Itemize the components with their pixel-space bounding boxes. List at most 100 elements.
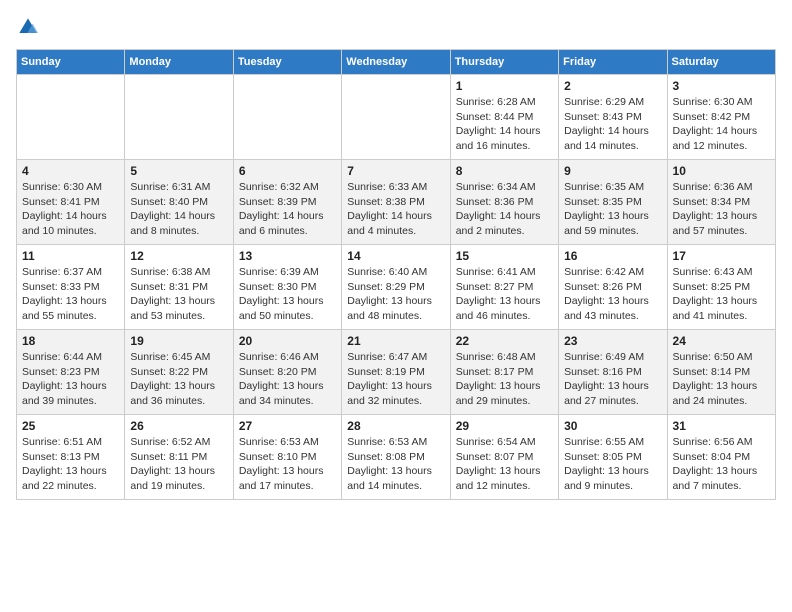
- day-number: 19: [130, 334, 227, 348]
- day-info: Sunrise: 6:56 AMSunset: 8:04 PMDaylight:…: [673, 435, 770, 494]
- day-number: 1: [456, 79, 553, 93]
- calendar-cell: 28 Sunrise: 6:53 AMSunset: 8:08 PMDayligh…: [342, 415, 450, 500]
- calendar-cell: 14 Sunrise: 6:40 AMSunset: 8:29 PMDayligh…: [342, 245, 450, 330]
- day-info: Sunrise: 6:34 AMSunset: 8:36 PMDaylight:…: [456, 180, 553, 239]
- day-number: 6: [239, 164, 336, 178]
- day-number: 18: [22, 334, 119, 348]
- calendar-cell: 19 Sunrise: 6:45 AMSunset: 8:22 PMDayligh…: [125, 330, 233, 415]
- calendar-cell: 15 Sunrise: 6:41 AMSunset: 8:27 PMDayligh…: [450, 245, 558, 330]
- calendar-header-sunday: Sunday: [17, 50, 125, 75]
- calendar-cell: 29 Sunrise: 6:54 AMSunset: 8:07 PMDayligh…: [450, 415, 558, 500]
- day-info: Sunrise: 6:51 AMSunset: 8:13 PMDaylight:…: [22, 435, 119, 494]
- day-number: 30: [564, 419, 661, 433]
- logo: [16, 16, 40, 37]
- day-info: Sunrise: 6:45 AMSunset: 8:22 PMDaylight:…: [130, 350, 227, 409]
- calendar-cell: 5 Sunrise: 6:31 AMSunset: 8:40 PMDaylight…: [125, 160, 233, 245]
- calendar-cell: [125, 75, 233, 160]
- calendar-cell: 4 Sunrise: 6:30 AMSunset: 8:41 PMDaylight…: [17, 160, 125, 245]
- day-number: 15: [456, 249, 553, 263]
- logo-icon: [18, 17, 38, 37]
- day-info: Sunrise: 6:44 AMSunset: 8:23 PMDaylight:…: [22, 350, 119, 409]
- day-number: 31: [673, 419, 770, 433]
- calendar-cell: 12 Sunrise: 6:38 AMSunset: 8:31 PMDayligh…: [125, 245, 233, 330]
- day-info: Sunrise: 6:38 AMSunset: 8:31 PMDaylight:…: [130, 265, 227, 324]
- day-info: Sunrise: 6:52 AMSunset: 8:11 PMDaylight:…: [130, 435, 227, 494]
- day-number: 9: [564, 164, 661, 178]
- day-info: Sunrise: 6:53 AMSunset: 8:08 PMDaylight:…: [347, 435, 444, 494]
- day-info: Sunrise: 6:37 AMSunset: 8:33 PMDaylight:…: [22, 265, 119, 324]
- calendar-cell: [233, 75, 341, 160]
- day-number: 21: [347, 334, 444, 348]
- calendar-header-thursday: Thursday: [450, 50, 558, 75]
- day-info: Sunrise: 6:29 AMSunset: 8:43 PMDaylight:…: [564, 95, 661, 154]
- day-number: 8: [456, 164, 553, 178]
- day-number: 14: [347, 249, 444, 263]
- day-number: 16: [564, 249, 661, 263]
- calendar-cell: 1 Sunrise: 6:28 AMSunset: 8:44 PMDaylight…: [450, 75, 558, 160]
- calendar-week-row: 1 Sunrise: 6:28 AMSunset: 8:44 PMDaylight…: [17, 75, 776, 160]
- day-info: Sunrise: 6:46 AMSunset: 8:20 PMDaylight:…: [239, 350, 336, 409]
- day-number: 12: [130, 249, 227, 263]
- day-number: 10: [673, 164, 770, 178]
- day-number: 24: [673, 334, 770, 348]
- calendar-cell: 25 Sunrise: 6:51 AMSunset: 8:13 PMDayligh…: [17, 415, 125, 500]
- day-number: 17: [673, 249, 770, 263]
- day-info: Sunrise: 6:35 AMSunset: 8:35 PMDaylight:…: [564, 180, 661, 239]
- calendar-table: SundayMondayTuesdayWednesdayThursdayFrid…: [16, 49, 776, 500]
- day-number: 5: [130, 164, 227, 178]
- day-info: Sunrise: 6:54 AMSunset: 8:07 PMDaylight:…: [456, 435, 553, 494]
- calendar-cell: 16 Sunrise: 6:42 AMSunset: 8:26 PMDayligh…: [559, 245, 667, 330]
- calendar-week-row: 11 Sunrise: 6:37 AMSunset: 8:33 PMDayligh…: [17, 245, 776, 330]
- day-number: 25: [22, 419, 119, 433]
- day-number: 13: [239, 249, 336, 263]
- day-number: 26: [130, 419, 227, 433]
- day-info: Sunrise: 6:28 AMSunset: 8:44 PMDaylight:…: [456, 95, 553, 154]
- calendar-cell: 30 Sunrise: 6:55 AMSunset: 8:05 PMDayligh…: [559, 415, 667, 500]
- day-info: Sunrise: 6:42 AMSunset: 8:26 PMDaylight:…: [564, 265, 661, 324]
- calendar-header-tuesday: Tuesday: [233, 50, 341, 75]
- calendar-cell: 10 Sunrise: 6:36 AMSunset: 8:34 PMDayligh…: [667, 160, 775, 245]
- calendar-header-saturday: Saturday: [667, 50, 775, 75]
- calendar-cell: 20Sunrise: 6:46 AMSunset: 8:20 PMDayligh…: [233, 330, 341, 415]
- calendar-cell: [17, 75, 125, 160]
- calendar-cell: 18 Sunrise: 6:44 AMSunset: 8:23 PMDayligh…: [17, 330, 125, 415]
- day-info: Sunrise: 6:40 AMSunset: 8:29 PMDaylight:…: [347, 265, 444, 324]
- calendar-cell: 31 Sunrise: 6:56 AMSunset: 8:04 PMDayligh…: [667, 415, 775, 500]
- day-info: Sunrise: 6:50 AMSunset: 8:14 PMDaylight:…: [673, 350, 770, 409]
- day-number: 29: [456, 419, 553, 433]
- calendar-week-row: 25 Sunrise: 6:51 AMSunset: 8:13 PMDayligh…: [17, 415, 776, 500]
- day-number: 23: [564, 334, 661, 348]
- calendar-cell: 13Sunrise: 6:39 AMSunset: 8:30 PMDayligh…: [233, 245, 341, 330]
- calendar-header-monday: Monday: [125, 50, 233, 75]
- calendar-week-row: 18 Sunrise: 6:44 AMSunset: 8:23 PMDayligh…: [17, 330, 776, 415]
- day-number: 11: [22, 249, 119, 263]
- day-info: Sunrise: 6:30 AMSunset: 8:41 PMDaylight:…: [22, 180, 119, 239]
- day-info: Sunrise: 6:33 AMSunset: 8:38 PMDaylight:…: [347, 180, 444, 239]
- day-info: Sunrise: 6:31 AMSunset: 8:40 PMDaylight:…: [130, 180, 227, 239]
- day-info: Sunrise: 6:47 AMSunset: 8:19 PMDaylight:…: [347, 350, 444, 409]
- calendar-cell: 8 Sunrise: 6:34 AMSunset: 8:36 PMDaylight…: [450, 160, 558, 245]
- day-info: Sunrise: 6:55 AMSunset: 8:05 PMDaylight:…: [564, 435, 661, 494]
- day-number: 3: [673, 79, 770, 93]
- calendar-header-friday: Friday: [559, 50, 667, 75]
- day-number: 7: [347, 164, 444, 178]
- calendar-cell: 23 Sunrise: 6:49 AMSunset: 8:16 PMDayligh…: [559, 330, 667, 415]
- calendar-cell: 9 Sunrise: 6:35 AMSunset: 8:35 PMDaylight…: [559, 160, 667, 245]
- calendar-header-row: SundayMondayTuesdayWednesdayThursdayFrid…: [17, 50, 776, 75]
- calendar-cell: 26 Sunrise: 6:52 AMSunset: 8:11 PMDayligh…: [125, 415, 233, 500]
- day-number: 4: [22, 164, 119, 178]
- day-number: 22: [456, 334, 553, 348]
- calendar-cell: 3Sunrise: 6:30 AMSunset: 8:42 PMDaylight…: [667, 75, 775, 160]
- day-number: 2: [564, 79, 661, 93]
- calendar-cell: 17Sunrise: 6:43 AMSunset: 8:25 PMDayligh…: [667, 245, 775, 330]
- day-info: Sunrise: 6:36 AMSunset: 8:34 PMDaylight:…: [673, 180, 770, 239]
- calendar-cell: 7 Sunrise: 6:33 AMSunset: 8:38 PMDaylight…: [342, 160, 450, 245]
- calendar-header-wednesday: Wednesday: [342, 50, 450, 75]
- day-info: Sunrise: 6:49 AMSunset: 8:16 PMDaylight:…: [564, 350, 661, 409]
- day-number: 28: [347, 419, 444, 433]
- day-info: Sunrise: 6:41 AMSunset: 8:27 PMDaylight:…: [456, 265, 553, 324]
- calendar-cell: 6Sunrise: 6:32 AMSunset: 8:39 PMDaylight…: [233, 160, 341, 245]
- calendar-cell: [342, 75, 450, 160]
- day-info: Sunrise: 6:48 AMSunset: 8:17 PMDaylight:…: [456, 350, 553, 409]
- calendar-cell: 24 Sunrise: 6:50 AMSunset: 8:14 PMDayligh…: [667, 330, 775, 415]
